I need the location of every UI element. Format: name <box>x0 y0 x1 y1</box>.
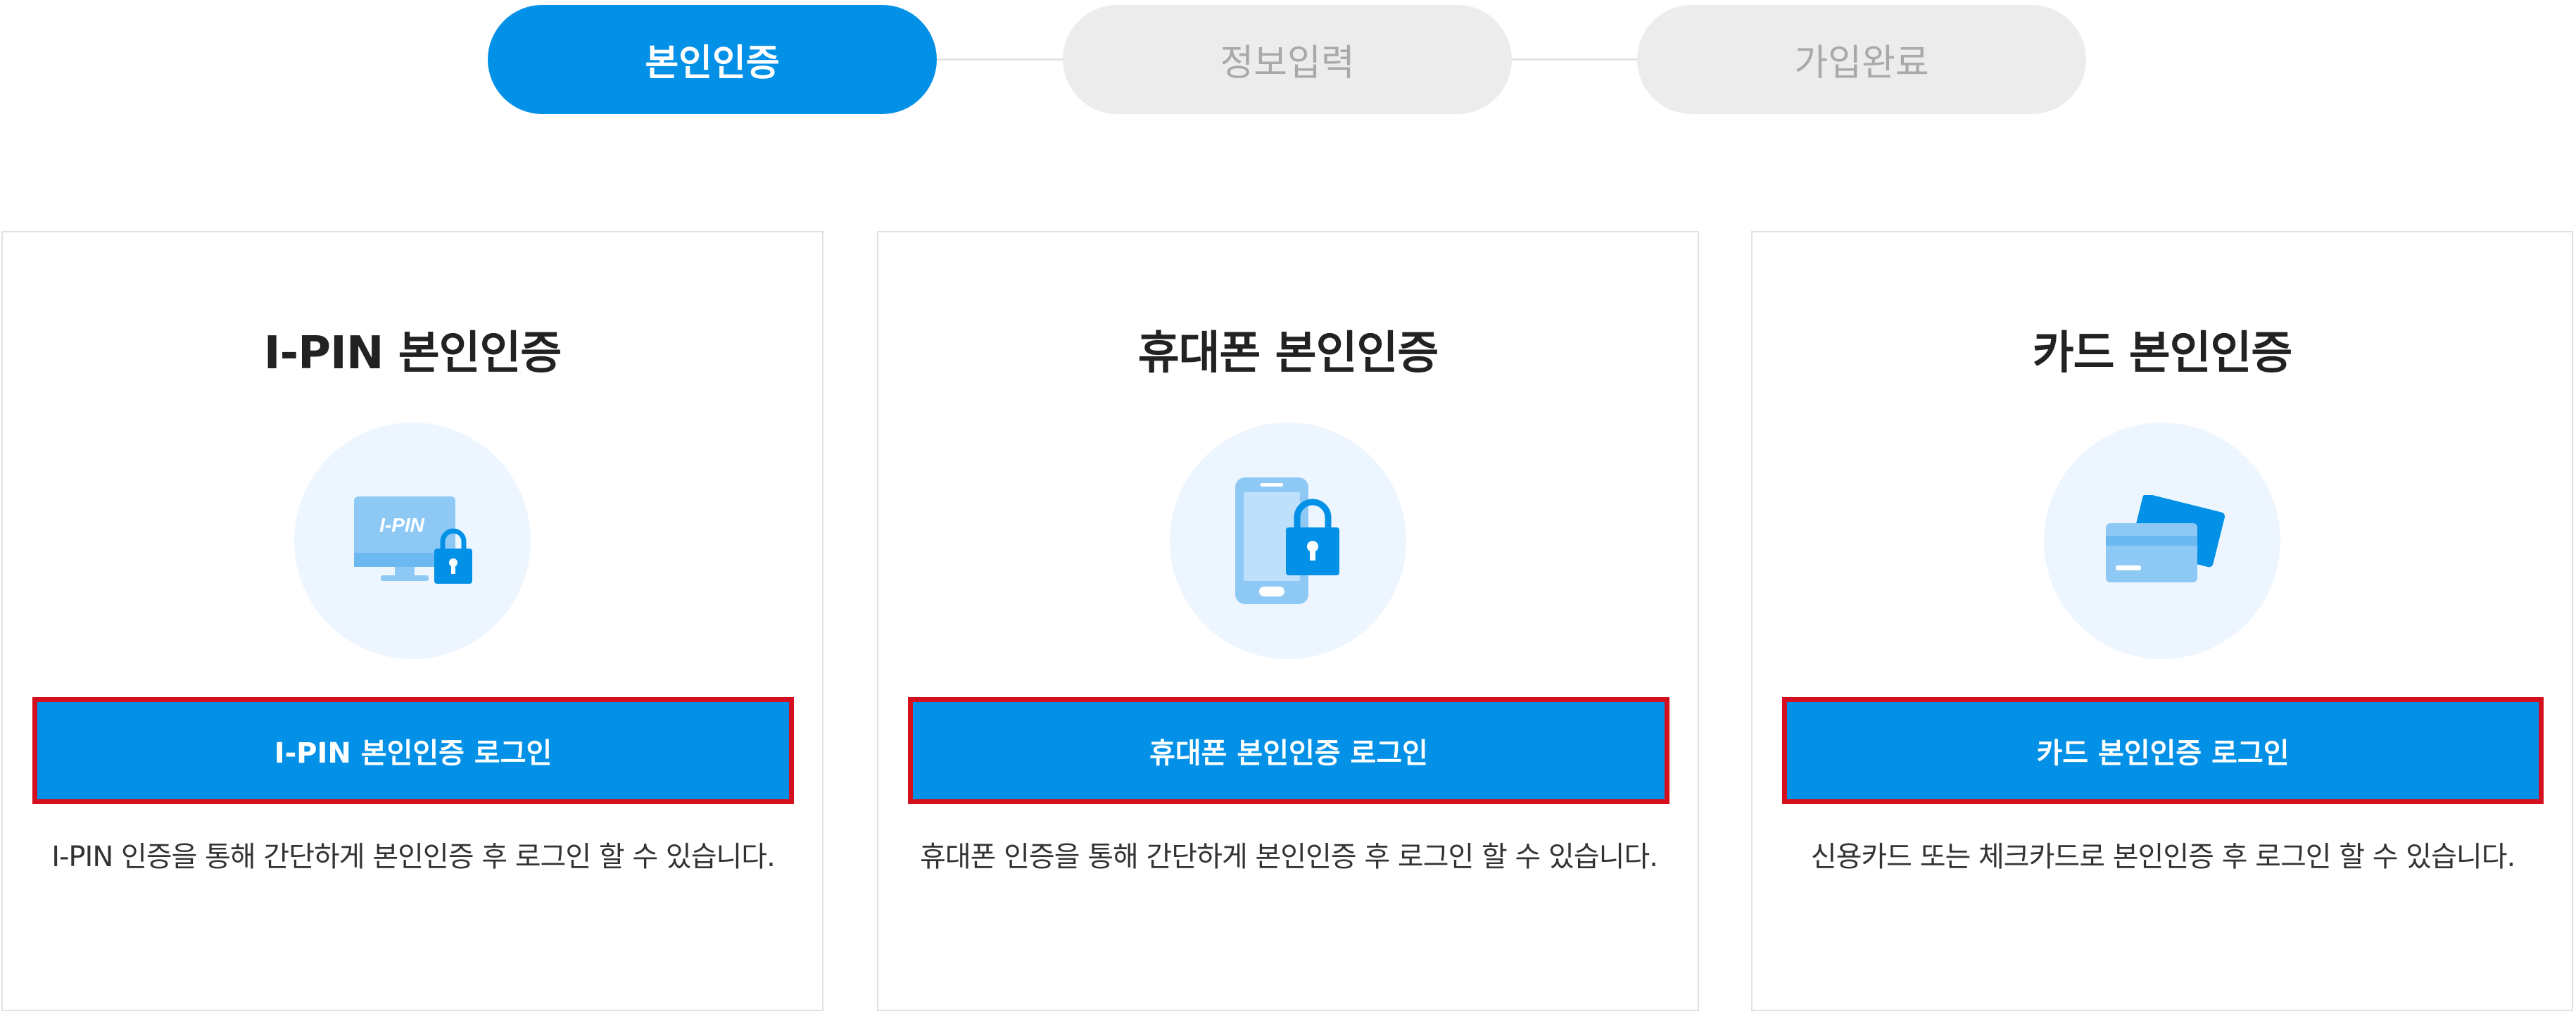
mobile-login-button[interactable]: 휴대폰 본인인증 로그인 <box>908 697 1669 804</box>
ipin-verification-card: I-PIN 본인인증 I-PIN I-PIN 본인인증 로그인 I-PIN 인증… <box>1 231 823 1011</box>
icon-circle: I-PIN <box>294 423 531 659</box>
card-title: I-PIN 본인인증 <box>263 327 562 380</box>
card-description: 휴대폰 인증을 통해 간단하게 본인인증 후 로그인 할 수 있습니다. <box>920 841 1658 873</box>
step-connector <box>933 58 1073 61</box>
card-description: 신용카드 또는 체크카드로 본인인증 후 로그인 할 수 있습니다. <box>1810 841 2515 873</box>
step-signup-complete: 가입완료 <box>1637 5 2086 114</box>
step-identity-verification: 본인인증 <box>488 5 937 114</box>
card-description: I-PIN 인증을 통해 간단하게 본인인증 후 로그인 할 수 있습니다. <box>51 841 776 873</box>
step-connector <box>1506 58 1647 61</box>
phone-lock-icon <box>1235 477 1339 604</box>
step-info-input: 정보입력 <box>1063 5 1512 114</box>
mobile-verification-card: 휴대폰 본인인증 휴대폰 본인인증 로그인 휴대폰 인증을 통해 간단하게 본인… <box>877 231 1699 1011</box>
signup-steps: 본인인증 정보입력 가입완료 <box>0 0 2576 120</box>
identity-verification-page: 본인인증 정보입력 가입완료 I-PIN 본인인증 I-PIN I-PIN 본인… <box>0 0 2576 1014</box>
ipin-icon-text: I-PIN <box>379 514 425 536</box>
credit-card-icon <box>2106 495 2225 582</box>
card-title: 휴대폰 본인인증 <box>1137 327 1439 380</box>
icon-circle <box>1170 423 1406 659</box>
card-title: 카드 본인인증 <box>2032 327 2293 380</box>
ipin-login-button[interactable]: I-PIN 본인인증 로그인 <box>32 697 794 804</box>
icon-circle <box>2044 423 2280 659</box>
card-login-button[interactable]: 카드 본인인증 로그인 <box>1782 697 2544 804</box>
monitor-lock-icon: I-PIN <box>354 496 472 584</box>
card-verification-card: 카드 본인인증 카드 본인인증 로그인 신용카드 또는 체크카드로 본인인증 후… <box>1751 231 2573 1011</box>
